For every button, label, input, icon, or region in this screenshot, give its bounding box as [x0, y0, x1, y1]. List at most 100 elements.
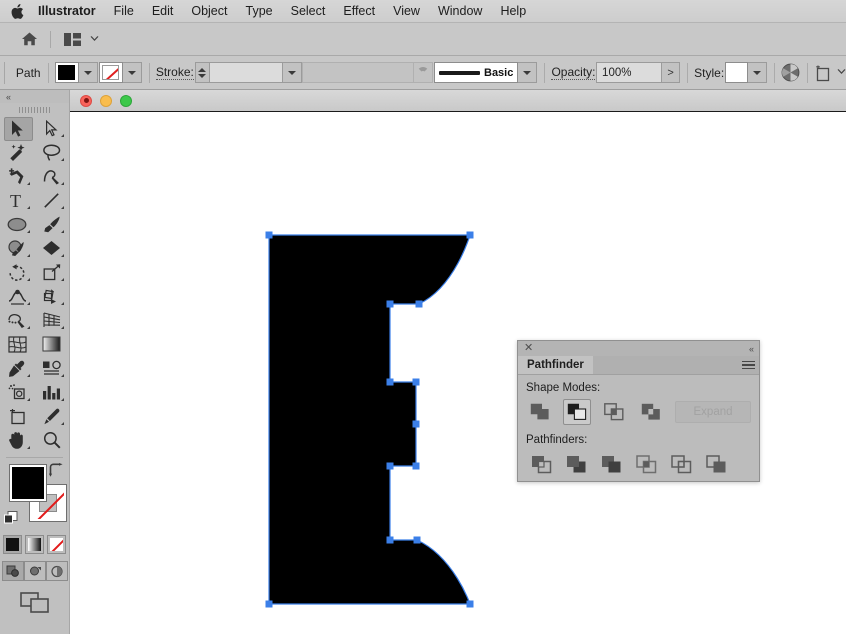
zoom-tool[interactable]	[35, 428, 70, 452]
stroke-weight-stepper[interactable]	[194, 62, 209, 83]
color-mode-button[interactable]	[3, 535, 22, 554]
stroke-weight-input[interactable]	[208, 62, 283, 83]
letter-e-path[interactable]	[269, 235, 470, 604]
recolor-artwork-icon[interactable]	[781, 63, 800, 82]
unite-button[interactable]	[526, 399, 553, 425]
gradient-tool[interactable]	[35, 332, 70, 356]
stroke-weight-control[interactable]	[194, 62, 302, 83]
control-bar-grip[interactable]	[4, 61, 5, 84]
arrange-documents-icon[interactable]	[59, 27, 85, 51]
menu-item-type[interactable]: Type	[237, 2, 282, 20]
stroke-swatch-none[interactable]	[98, 62, 123, 83]
rotate-tool[interactable]	[0, 260, 35, 284]
fill-indicator-swatch[interactable]	[9, 464, 47, 502]
menu-item-window[interactable]: Window	[429, 2, 491, 20]
default-fill-stroke-icon[interactable]	[4, 511, 18, 525]
draw-behind-button[interactable]	[23, 561, 46, 581]
free-transform-tool[interactable]	[35, 284, 70, 308]
variable-width-input[interactable]	[302, 62, 415, 83]
stroke-weight-dropdown[interactable]	[282, 62, 302, 83]
graphic-style-dropdown[interactable]	[747, 62, 767, 83]
zoom-button[interactable]	[120, 94, 132, 107]
fill-dropdown-button[interactable]	[78, 62, 98, 83]
menu-item-object[interactable]: Object	[182, 2, 236, 20]
menu-item-edit[interactable]: Edit	[143, 2, 183, 20]
shaper-tool[interactable]	[0, 236, 35, 260]
opacity-control[interactable]: 100% >	[596, 62, 681, 83]
gradient-mode-button[interactable]	[25, 535, 44, 554]
divide-button[interactable]	[526, 451, 556, 477]
chevron-down-icon[interactable]	[90, 35, 99, 44]
symbol-sprayer-tool[interactable]	[0, 380, 35, 404]
eyedropper-tool[interactable]	[0, 356, 35, 380]
none-mode-button[interactable]	[47, 535, 66, 554]
scale-tool[interactable]	[35, 260, 70, 284]
direct-selection-tool[interactable]	[35, 116, 70, 140]
outline-button[interactable]	[666, 451, 696, 477]
width-tool[interactable]	[0, 284, 35, 308]
crop-button[interactable]	[631, 451, 661, 477]
merge-button[interactable]	[596, 451, 626, 477]
draw-inside-button[interactable]	[45, 561, 68, 581]
apple-logo-icon[interactable]	[10, 3, 24, 19]
hand-tool[interactable]	[0, 428, 35, 452]
perspective-grid-tool[interactable]	[35, 308, 70, 332]
pen-tool[interactable]	[0, 164, 35, 188]
document-title-bar[interactable]	[70, 90, 846, 112]
brush-definition-control[interactable]: Basic	[434, 62, 538, 83]
exclude-button[interactable]	[638, 399, 665, 425]
variable-width-profile-control[interactable]	[302, 62, 434, 83]
graphic-style-control[interactable]	[724, 62, 767, 83]
ellipse-tool[interactable]	[0, 212, 35, 236]
selection-tool[interactable]	[0, 116, 35, 141]
brush-definition-dropdown[interactable]	[518, 62, 538, 83]
type-tool[interactable]: T	[0, 188, 35, 212]
panel-menu-icon[interactable]	[737, 356, 759, 374]
slice-tool[interactable]	[35, 404, 70, 428]
lasso-tool[interactable]	[35, 140, 70, 164]
close-panel-icon[interactable]: ✕	[524, 343, 533, 354]
collapse-panel-icon[interactable]: «	[6, 92, 11, 102]
blend-tool[interactable]	[35, 356, 70, 380]
menu-item-help[interactable]: Help	[491, 2, 535, 20]
shape-builder-tool[interactable]	[0, 308, 35, 332]
magic-wand-tool[interactable]	[0, 140, 35, 164]
panel-drag-grip[interactable]	[0, 103, 69, 116]
stroke-color-control[interactable]	[98, 62, 142, 83]
paintbrush-tool[interactable]	[35, 212, 70, 236]
swap-fill-stroke-icon[interactable]	[48, 463, 63, 480]
collapse-panel-icon[interactable]: «	[749, 344, 754, 354]
trim-button[interactable]	[561, 451, 591, 477]
variable-width-dropdown[interactable]	[414, 62, 434, 83]
curvature-tool[interactable]	[35, 164, 70, 188]
column-graph-tool[interactable]	[35, 380, 70, 404]
home-icon[interactable]	[16, 27, 42, 51]
menu-item-select[interactable]: Select	[282, 2, 335, 20]
draw-normal-button[interactable]	[1, 561, 24, 581]
minus-back-button[interactable]	[701, 451, 731, 477]
opacity-more-button[interactable]: >	[662, 62, 681, 83]
change-screen-mode-icon[interactable]	[19, 591, 50, 619]
expand-button[interactable]: Expand	[675, 401, 751, 423]
stroke-dropdown-button[interactable]	[122, 62, 142, 83]
menu-item-effect[interactable]: Effect	[334, 2, 384, 20]
menu-item-illustrator[interactable]: Illustrator	[34, 2, 105, 20]
opacity-input[interactable]: 100%	[596, 62, 663, 83]
opacity-label[interactable]: Opacity:	[551, 65, 596, 80]
mesh-tool[interactable]	[0, 332, 35, 356]
fill-swatch[interactable]	[54, 62, 79, 83]
line-segment-tool[interactable]	[35, 188, 70, 212]
menu-item-file[interactable]: File	[105, 2, 143, 20]
stroke-label[interactable]: Stroke:	[155, 65, 194, 80]
artboard-tool[interactable]	[0, 404, 35, 428]
close-button[interactable]	[80, 94, 92, 107]
pathfinder-top-bar[interactable]: ✕ «	[518, 341, 759, 356]
eraser-tool[interactable]	[35, 236, 70, 260]
menu-item-view[interactable]: View	[384, 2, 429, 20]
intersect-button[interactable]	[601, 399, 628, 425]
minus-front-button[interactable]	[563, 399, 591, 425]
document-setup-icon[interactable]	[814, 64, 832, 82]
brush-definition-swatch[interactable]: Basic	[434, 62, 519, 83]
minimize-button[interactable]	[100, 94, 112, 107]
graphic-style-swatch[interactable]	[724, 62, 748, 83]
